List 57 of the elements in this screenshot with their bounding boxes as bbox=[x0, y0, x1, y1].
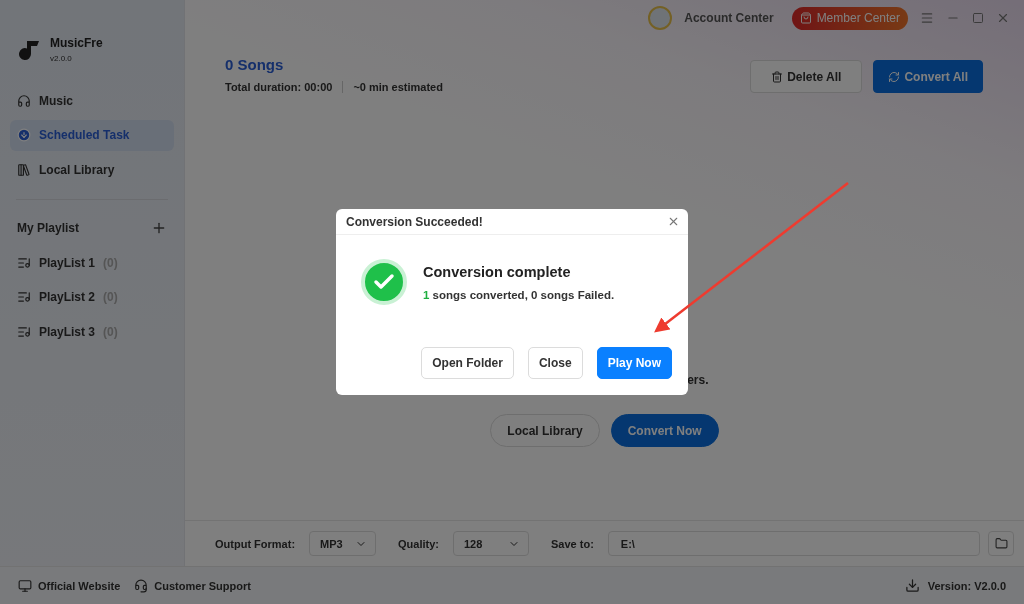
playlist-name: PlayList 2 bbox=[39, 290, 96, 305]
dialog-button[interactable]: Close bbox=[527, 347, 583, 379]
nav-label: Music bbox=[39, 93, 73, 108]
download-icon[interactable] bbox=[904, 578, 920, 593]
refresh-icon bbox=[888, 70, 901, 83]
quality-select[interactable]: 128 bbox=[453, 531, 529, 556]
footer-link[interactable]: Official Website bbox=[18, 578, 121, 593]
avatar[interactable] bbox=[648, 6, 673, 30]
quality-label: Quality: bbox=[398, 537, 439, 550]
folder-icon bbox=[994, 537, 1008, 550]
local-library-button[interactable]: Local Library bbox=[490, 414, 600, 447]
version-text: Version: V2.0.0 bbox=[927, 579, 1006, 592]
library-icon bbox=[17, 162, 31, 177]
maximize-icon[interactable] bbox=[972, 12, 984, 24]
monitor-icon bbox=[18, 578, 32, 593]
format-select[interactable]: MP3 bbox=[309, 531, 377, 556]
hint-text: ers. bbox=[687, 373, 709, 387]
nav-label: Scheduled Task bbox=[39, 128, 130, 142]
convert-now-button[interactable]: Convert Now bbox=[610, 414, 719, 447]
close-icon[interactable] bbox=[996, 11, 1010, 25]
dialog-heading: Conversion complete bbox=[423, 264, 572, 280]
dialog-title: Conversion Succeeded! bbox=[346, 214, 483, 229]
dialog-button[interactable]: Open Folder bbox=[421, 347, 514, 379]
bag-icon bbox=[799, 12, 812, 24]
member-center-button[interactable]: Member Center bbox=[791, 6, 908, 30]
nav-item[interactable]: Local Library bbox=[10, 154, 174, 185]
nav-item[interactable]: Music bbox=[10, 85, 174, 116]
folder-button[interactable] bbox=[988, 531, 1014, 556]
dialog-message: 1 songs converted, 0 songs Failed. bbox=[423, 289, 615, 301]
app-version: v2.0.0 bbox=[50, 54, 73, 63]
time-estimate: ~0 min estimated bbox=[353, 81, 443, 93]
nav-label: Local Library bbox=[39, 162, 115, 177]
delete-all-button[interactable]: Delete All bbox=[750, 60, 863, 93]
menu-icon[interactable] bbox=[920, 11, 934, 25]
headphones-icon bbox=[17, 93, 31, 108]
playlist-icon bbox=[17, 324, 31, 339]
playlist-name: PlayList 1 bbox=[39, 255, 96, 270]
app-name: MusicFre bbox=[50, 36, 103, 50]
section-title: My Playlist bbox=[17, 220, 80, 235]
download-icon bbox=[17, 128, 31, 142]
account-center-link[interactable]: Account Center bbox=[684, 11, 774, 25]
close-icon[interactable] bbox=[667, 215, 680, 228]
save-label: Save to: bbox=[551, 537, 594, 550]
songs-title: 0 Songs bbox=[225, 56, 285, 73]
headset-icon bbox=[134, 578, 149, 593]
footer-link[interactable]: Customer Support bbox=[134, 578, 251, 593]
trash-icon bbox=[771, 70, 784, 83]
save-path-field[interactable]: E:\ bbox=[607, 531, 980, 556]
total-duration: Total duration: 00:00 bbox=[225, 81, 333, 93]
playlist-name: PlayList 3 bbox=[39, 324, 96, 339]
nav-item[interactable]: Scheduled Task bbox=[10, 119, 174, 151]
dialog-button[interactable]: Play Now bbox=[596, 347, 672, 379]
convert-all-button[interactable]: Convert All bbox=[873, 60, 983, 93]
playlist-icon bbox=[17, 255, 31, 270]
success-icon bbox=[361, 259, 407, 305]
playlist-icon bbox=[17, 290, 31, 305]
format-label: Output Format: bbox=[215, 537, 296, 550]
